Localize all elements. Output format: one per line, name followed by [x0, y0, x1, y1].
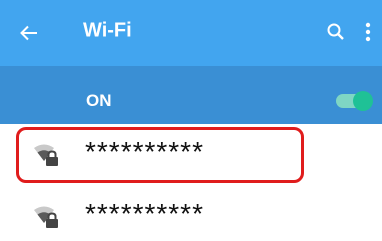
more-vertical-icon: [365, 22, 371, 42]
search-button[interactable]: [326, 22, 346, 42]
network-item[interactable]: **********: [0, 190, 382, 241]
switch-thumb: [353, 91, 373, 111]
highlight-box: [16, 127, 304, 183]
back-button[interactable]: [19, 23, 39, 43]
search-icon: [327, 23, 344, 40]
wifi-toggle-label: ON: [86, 91, 112, 110]
app-bar: Wi-Fi: [0, 0, 382, 66]
wifi-toggle-row[interactable]: [0, 66, 382, 124]
wifi-locked-icon: [34, 206, 58, 228]
overflow-menu-button[interactable]: [363, 21, 373, 43]
network-name: **********: [85, 198, 204, 229]
wifi-settings-screen: Wi-Fi ON ********** **********: [0, 0, 382, 241]
page-title: Wi-Fi: [83, 19, 132, 42]
arrow-left-icon: [20, 25, 37, 41]
wifi-switch[interactable]: [336, 91, 373, 111]
